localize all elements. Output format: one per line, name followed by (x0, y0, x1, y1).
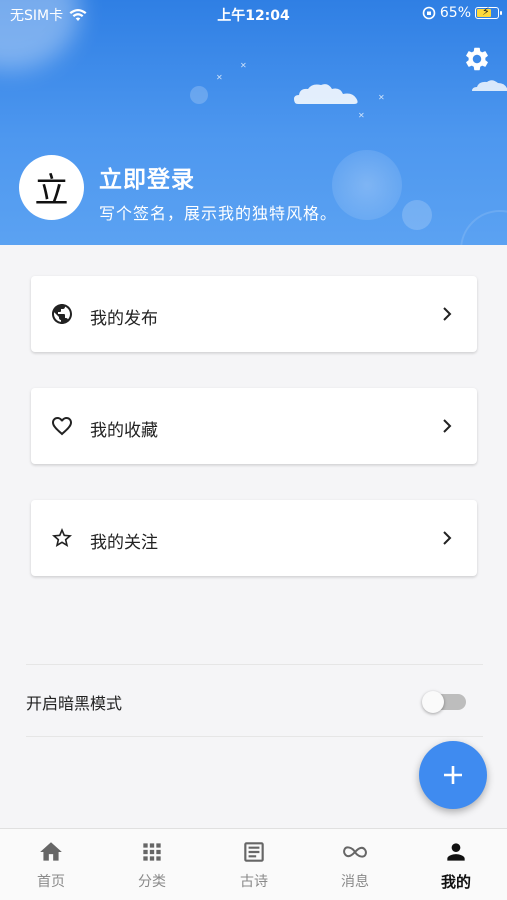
battery-icon: ⚡ (475, 5, 502, 19)
chevron-right-icon (443, 419, 452, 433)
decor-bubble (190, 86, 208, 104)
globe-icon (52, 304, 72, 324)
divider (26, 736, 483, 737)
menu-my-posts[interactable]: 我的发布 (31, 276, 477, 352)
dark-mode-toggle[interactable] (422, 691, 466, 713)
tab-label: 分类 (138, 874, 166, 890)
tab-poems[interactable]: 古诗 (214, 839, 294, 895)
login-title[interactable]: 立即登录 (99, 160, 195, 194)
decor-bubble (332, 150, 402, 220)
divider (26, 664, 483, 665)
signature-text: 写个签名，展示我的独特风格。 (99, 204, 338, 223)
plus-icon (444, 766, 462, 784)
article-icon (244, 842, 264, 862)
menu-my-following[interactable]: 我的关注 (31, 500, 477, 576)
tab-label: 消息 (341, 874, 369, 890)
home-icon (40, 842, 62, 861)
tab-home[interactable]: 首页 (11, 839, 91, 895)
battery-percent: 65% (439, 5, 471, 21)
cloud-icon (472, 80, 507, 91)
chevron-right-icon (443, 531, 452, 545)
settings-gear-icon[interactable] (463, 45, 491, 73)
tab-label: 首页 (37, 874, 65, 890)
menu-label: 我的发布 (90, 309, 158, 329)
heart-icon (52, 417, 72, 436)
bird-icon: ✕ (216, 73, 223, 82)
decor-bubble (460, 210, 507, 245)
chevron-right-icon (443, 307, 452, 321)
bird-icon: ✕ (378, 93, 385, 102)
menu-my-favorites[interactable]: 我的收藏 (31, 388, 477, 464)
dark-mode-label: 开启暗黑模式 (26, 694, 123, 713)
tab-label: 古诗 (240, 874, 268, 890)
infinity-icon (343, 846, 367, 858)
orientation-lock-icon (422, 6, 436, 20)
menu-label: 我的收藏 (90, 421, 158, 441)
tab-mine[interactable]: 我的 (416, 839, 496, 895)
star-icon (52, 528, 72, 547)
menu-label: 我的关注 (90, 533, 158, 553)
tab-category[interactable]: 分类 (112, 839, 192, 895)
bird-icon: ✕ (240, 61, 247, 70)
add-fab-button[interactable] (419, 741, 487, 809)
decor-bubble (402, 200, 432, 230)
cloud-icon (294, 84, 358, 104)
person-icon (447, 843, 465, 861)
avatar[interactable]: 立 (19, 155, 84, 220)
grid-icon (143, 843, 161, 861)
status-bar: 无SIM卡 上午12:04 65% ⚡ (0, 0, 507, 28)
bottom-tab-bar: 首页 分类 古诗 消息 我的 (0, 828, 507, 900)
tab-messages[interactable]: 消息 (315, 839, 395, 895)
bird-icon: ✕ (358, 111, 365, 120)
profile-header: ✕ ✕ ✕ ✕ 无SIM卡 上午12:04 65% ⚡ 立 立即登录 写个签名，… (0, 0, 507, 245)
tab-label: 我的 (440, 873, 471, 891)
